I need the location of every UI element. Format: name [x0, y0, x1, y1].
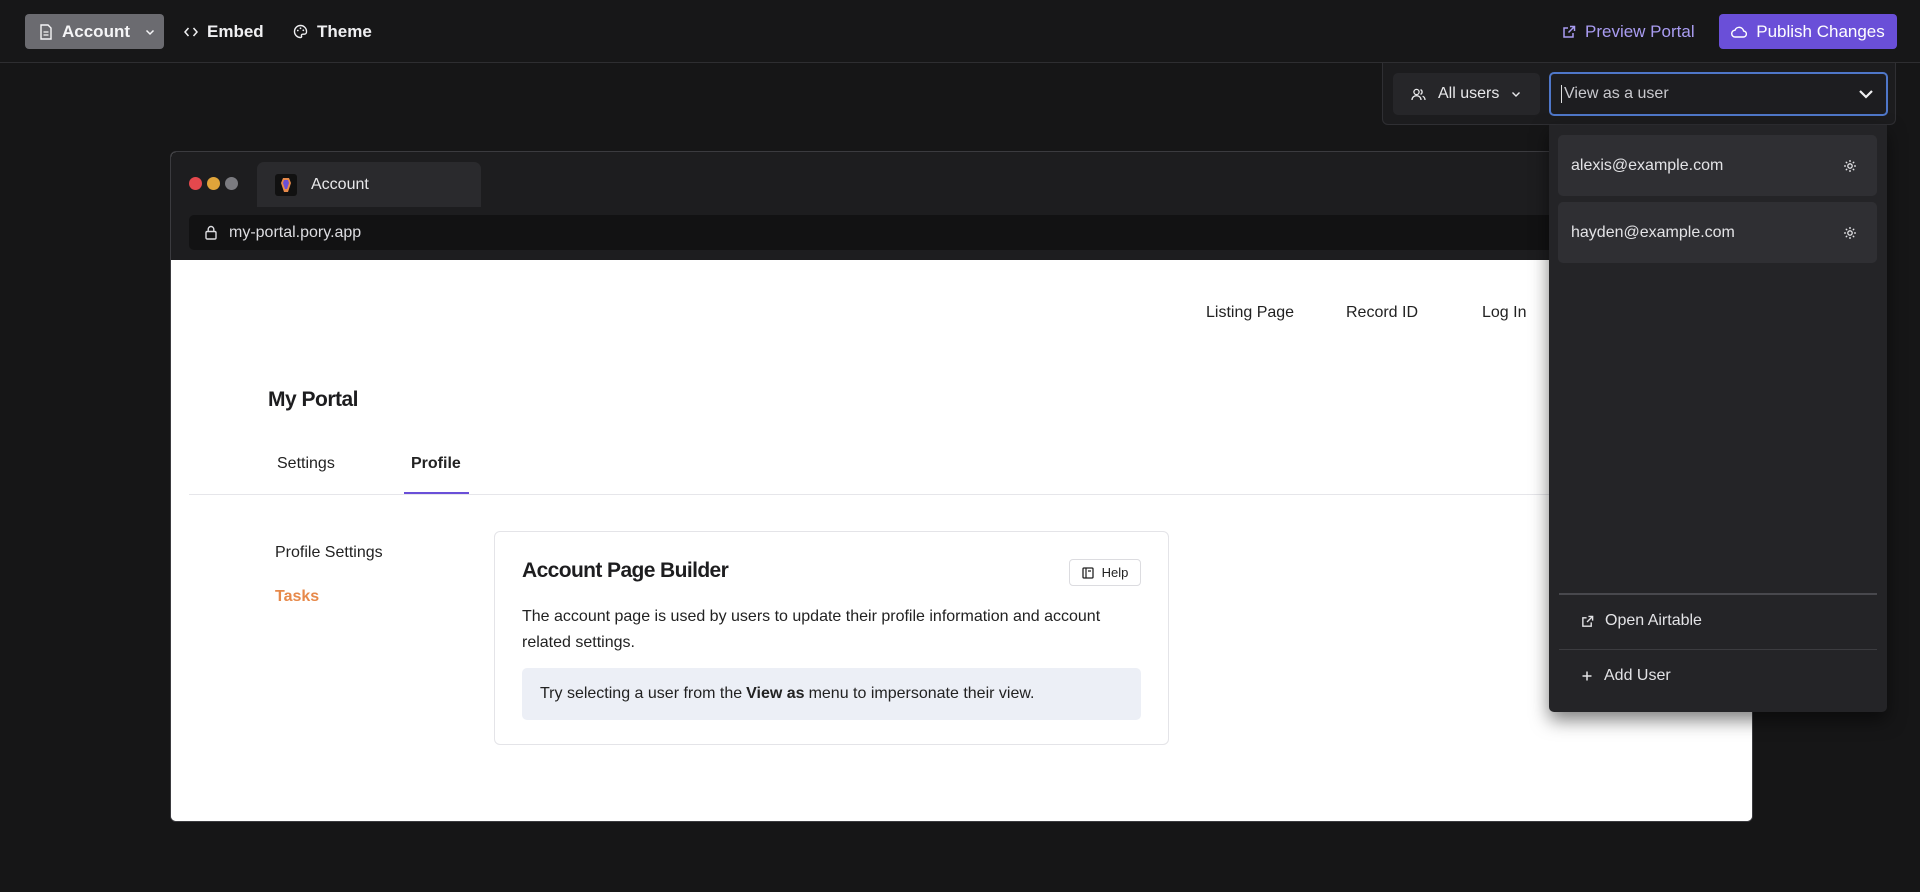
- publish-changes-button[interactable]: Publish Changes: [1719, 14, 1897, 49]
- card-description: The account page is used by users to upd…: [522, 608, 1101, 651]
- preview-portal-label: Preview Portal: [1585, 21, 1695, 41]
- view-as-user-select[interactable]: View as a user: [1549, 72, 1888, 116]
- account-page-selector[interactable]: Account: [25, 14, 164, 49]
- add-user-label: Add User: [1604, 667, 1671, 684]
- help-button[interactable]: Help: [1069, 559, 1141, 586]
- tip-text-bold: View as: [746, 685, 805, 702]
- external-link-icon: [1562, 25, 1576, 39]
- view-as-tip: Try selecting a user from the View as me…: [522, 668, 1141, 720]
- account-page-builder-card: Account Page Builder Help The account pa…: [494, 531, 1169, 745]
- code-icon: [184, 26, 198, 38]
- theme-button[interactable]: Theme: [279, 14, 386, 49]
- add-user-action[interactable]: Add User: [1581, 667, 1671, 685]
- zoom-window-dot: [225, 177, 238, 190]
- gear-icon[interactable]: [1843, 226, 1857, 240]
- menu-divider: [1559, 593, 1877, 595]
- open-airtable-action[interactable]: Open Airtable: [1581, 612, 1702, 630]
- user-filter-dropdown[interactable]: All users: [1393, 73, 1540, 115]
- user-email: alexis@example.com: [1571, 156, 1724, 174]
- address-bar[interactable]: my-portal.pory.app: [189, 215, 1736, 250]
- palette-icon: [293, 24, 308, 39]
- tip-text-after: menu to impersonate their view.: [808, 685, 1035, 702]
- menu-divider: [1559, 649, 1877, 650]
- chevron-down-icon: [1511, 90, 1521, 98]
- portal-favicon-icon: [275, 173, 297, 196]
- users-icon: [1411, 88, 1426, 101]
- nav-log-in[interactable]: Log In: [1482, 304, 1526, 322]
- url-text: my-portal.pory.app: [229, 223, 362, 241]
- text-cursor: [1561, 84, 1562, 103]
- browser-tab-title: Account: [311, 175, 369, 193]
- portal-site: Listing Page Record ID Log In My Portal …: [171, 260, 1752, 821]
- help-label: Help: [1101, 565, 1129, 580]
- tip-text-before: Try selecting a user from the: [540, 685, 743, 702]
- plus-icon: [1581, 670, 1593, 682]
- lock-icon: [205, 225, 217, 240]
- tab-profile[interactable]: Profile: [411, 455, 461, 473]
- user-filter-label: All users: [1438, 85, 1500, 102]
- minimize-window-dot: [207, 177, 220, 190]
- chevron-down-icon: [1858, 89, 1874, 99]
- top-toolbar: Account Embed Theme Preview Portal Publi…: [0, 0, 1920, 63]
- embed-label: Embed: [207, 21, 264, 41]
- portal-title: My Portal: [268, 388, 359, 411]
- portal-preview-window: Account my-portal.pory.app Listing Page …: [170, 151, 1753, 822]
- theme-label: Theme: [317, 21, 372, 41]
- view-as-panel: All users View as a user: [1382, 63, 1896, 125]
- nav-listing-page[interactable]: Listing Page: [1206, 304, 1294, 322]
- view-as-placeholder: View as a user: [1564, 85, 1669, 103]
- preview-portal-link[interactable]: Preview Portal: [1548, 14, 1709, 49]
- user-option[interactable]: hayden@example.com: [1558, 202, 1877, 263]
- tabs-divider: [189, 494, 1569, 495]
- embed-button[interactable]: Embed: [170, 14, 278, 49]
- cloud-upload-icon: [1731, 26, 1748, 38]
- sidebar-item-tasks[interactable]: Tasks: [275, 588, 319, 606]
- sidebar-item-profile-settings[interactable]: Profile Settings: [275, 544, 383, 562]
- gear-icon[interactable]: [1843, 159, 1857, 173]
- external-link-icon: [1581, 615, 1594, 628]
- view-as-user-dropdown-menu: alexis@example.com hayden@example.com Op…: [1549, 125, 1887, 712]
- account-page-label: Account: [62, 21, 130, 41]
- open-airtable-label: Open Airtable: [1605, 612, 1702, 629]
- book-icon: [1081, 566, 1094, 579]
- user-option[interactable]: alexis@example.com: [1558, 135, 1877, 196]
- window-controls: [189, 177, 238, 190]
- user-email: hayden@example.com: [1571, 223, 1735, 241]
- browser-tab[interactable]: Account: [257, 162, 481, 207]
- publish-changes-label: Publish Changes: [1756, 21, 1885, 41]
- nav-record-id[interactable]: Record ID: [1346, 304, 1418, 322]
- close-window-dot: [189, 177, 202, 190]
- chevron-down-icon: [145, 28, 155, 36]
- document-icon: [39, 23, 53, 40]
- card-title: Account Page Builder: [522, 559, 729, 582]
- tab-settings[interactable]: Settings: [277, 455, 335, 473]
- browser-chrome: Account my-portal.pory.app: [171, 152, 1752, 260]
